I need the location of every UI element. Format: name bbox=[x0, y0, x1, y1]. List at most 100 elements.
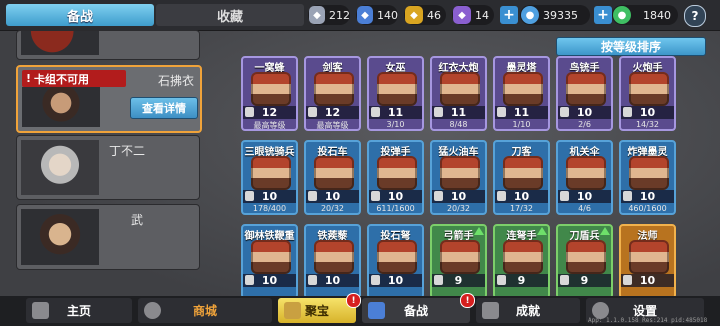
unit-level: 9 bbox=[454, 274, 463, 287]
notification-badge: ! bbox=[346, 293, 361, 308]
card-icon bbox=[308, 107, 317, 117]
nav-home[interactable]: 主页 bbox=[26, 298, 132, 323]
unit-progress: 460/1600 bbox=[628, 204, 667, 213]
nav-achievements[interactable]: 成就 bbox=[476, 298, 580, 323]
unit-level: 10 bbox=[576, 190, 593, 203]
hero-name: 丁不二 bbox=[108, 144, 145, 158]
unit-card[interactable]: 连弩手 9 bbox=[493, 224, 550, 299]
add-jade-button[interactable]: + bbox=[594, 6, 612, 24]
unit-level: 10 bbox=[639, 190, 656, 203]
unit-card[interactable]: 火炮手 10 14/32 bbox=[619, 56, 676, 131]
unit-card[interactable]: 墨灵塔 11 1/10 bbox=[493, 56, 550, 131]
blue-shield-icon: ◆ bbox=[357, 6, 373, 24]
upgrade-arrow-icon bbox=[474, 227, 484, 235]
unit-card[interactable]: 投石车 10 20/32 bbox=[304, 140, 361, 215]
card-icon bbox=[245, 275, 254, 285]
unit-card[interactable]: 刀客 10 17/32 bbox=[493, 140, 550, 215]
unit-card[interactable]: 红衣大炮 11 8/48 bbox=[430, 56, 487, 131]
card-icon bbox=[497, 275, 506, 285]
view-details-button[interactable]: 查看详情 bbox=[130, 97, 198, 119]
hero-portrait bbox=[22, 87, 100, 127]
unit-card[interactable]: 御林铁鞭重骑兵10 bbox=[241, 224, 298, 299]
treasure-icon bbox=[284, 302, 301, 319]
unit-level-bar: 12 bbox=[306, 106, 359, 119]
unit-level: 10 bbox=[387, 190, 404, 203]
unit-card[interactable]: 鸟铳手 10 2/6 bbox=[556, 56, 613, 131]
unit-progress: 20/32 bbox=[320, 204, 345, 213]
unit-portrait bbox=[251, 72, 291, 106]
unit-progress: 20/32 bbox=[446, 204, 471, 213]
unit-level: 10 bbox=[639, 106, 656, 119]
unit-portrait bbox=[629, 72, 669, 106]
card-icon bbox=[623, 191, 632, 201]
sort-by-level-button[interactable]: 按等级排序 bbox=[556, 37, 706, 56]
hero-portrait bbox=[21, 31, 99, 55]
unit-portrait bbox=[377, 72, 417, 106]
unit-level: 10 bbox=[387, 274, 404, 287]
hero-card[interactable]: 丁不二 bbox=[16, 135, 200, 200]
unit-card[interactable]: 法师 10 bbox=[619, 224, 676, 299]
resource-gem: ● 39335 bbox=[520, 5, 590, 25]
unit-card[interactable]: 投弹手 10 611/1600 bbox=[367, 140, 424, 215]
card-icon bbox=[497, 191, 506, 201]
unit-card[interactable]: 炸弹墨灵 10 460/1600 bbox=[619, 140, 676, 215]
unit-card[interactable]: 女巫 11 3/10 bbox=[367, 56, 424, 131]
top-bar: 备战 收藏 ◆ 212 ◆ 140 ◆ 46 ◆ 14 + ● 39335 + ● 1840… bbox=[0, 0, 720, 31]
unit-portrait bbox=[314, 72, 354, 106]
unit-portrait bbox=[251, 240, 291, 274]
unit-card[interactable]: 猛火油车 10 20/32 bbox=[430, 140, 487, 215]
unit-level: 10 bbox=[261, 274, 278, 287]
unit-card[interactable]: 刀盾兵 9 bbox=[556, 224, 613, 299]
card-icon bbox=[434, 107, 443, 117]
unit-card[interactable]: 三眼铳骑兵 10 178/400 bbox=[241, 140, 298, 215]
unit-level-bar: 10 bbox=[432, 190, 485, 203]
shop-icon bbox=[144, 302, 161, 319]
gem-icon: ● bbox=[521, 6, 539, 24]
unit-progress: 1/10 bbox=[512, 120, 531, 129]
unit-level: 11 bbox=[387, 106, 404, 119]
unit-level-bar: 10 bbox=[306, 274, 359, 287]
card-icon bbox=[245, 107, 254, 117]
unit-progress: 最高等级 bbox=[316, 121, 349, 130]
nav-shop[interactable]: 商城 bbox=[138, 298, 272, 323]
unit-level-bar: 10 bbox=[306, 190, 359, 203]
jade-icon: ● bbox=[613, 6, 631, 24]
unit-card[interactable]: 铁蒺藜 10 bbox=[304, 224, 361, 299]
deck-icon bbox=[368, 302, 385, 319]
unit-level-bar: 10 bbox=[243, 274, 296, 287]
tab-prepare[interactable]: 备战 bbox=[6, 4, 154, 26]
unit-level: 10 bbox=[324, 274, 341, 287]
unit-portrait bbox=[629, 156, 669, 190]
unit-level: 12 bbox=[261, 106, 278, 119]
nav-prepare[interactable]: 备战 ! bbox=[362, 293, 475, 323]
upgrade-arrow-icon bbox=[600, 227, 610, 235]
nav-treasure[interactable]: 聚宝 ! bbox=[278, 293, 361, 323]
hero-portrait bbox=[21, 209, 99, 265]
unit-card[interactable]: 弓箭手 9 bbox=[430, 224, 487, 299]
unit-level: 10 bbox=[261, 190, 278, 203]
tab-collection[interactable]: 收藏 bbox=[156, 4, 304, 26]
hero-card[interactable]: 武 bbox=[16, 204, 200, 270]
help-button[interactable]: ? bbox=[684, 5, 706, 27]
unit-progress: 2/6 bbox=[578, 120, 591, 129]
version-label: App: 1.1.0.158 Res:214 pid:485018 bbox=[588, 317, 708, 324]
hero-card-selected[interactable]: ! 卡组不可用 石拂衣 查看详情 bbox=[16, 65, 202, 133]
unit-card[interactable]: 机关伞 10 4/6 bbox=[556, 140, 613, 215]
unit-level-bar: 12 bbox=[243, 106, 296, 119]
unit-level-bar: 11 bbox=[432, 106, 485, 119]
unit-card[interactable]: 剑客 12 最高等级 bbox=[304, 56, 361, 131]
unit-card[interactable]: 一窝蜂 12 最高等级 bbox=[241, 56, 298, 131]
notification-badge: ! bbox=[460, 293, 475, 308]
unit-level: 12 bbox=[324, 106, 341, 119]
resource-gold: ◆ 46 bbox=[404, 5, 446, 25]
add-gem-button[interactable]: + bbox=[500, 6, 518, 24]
unit-level: 10 bbox=[513, 190, 530, 203]
unit-portrait bbox=[629, 240, 669, 274]
home-icon bbox=[32, 302, 49, 319]
silver-shield-icon: ◆ bbox=[309, 6, 325, 24]
unit-level-bar: 11 bbox=[369, 106, 422, 119]
hero-card-top[interactable] bbox=[16, 30, 200, 60]
unit-card[interactable]: 投石弩 10 bbox=[367, 224, 424, 299]
unit-level-bar: 9 bbox=[495, 274, 548, 287]
resource-blue: ◆ 140 bbox=[356, 5, 398, 25]
